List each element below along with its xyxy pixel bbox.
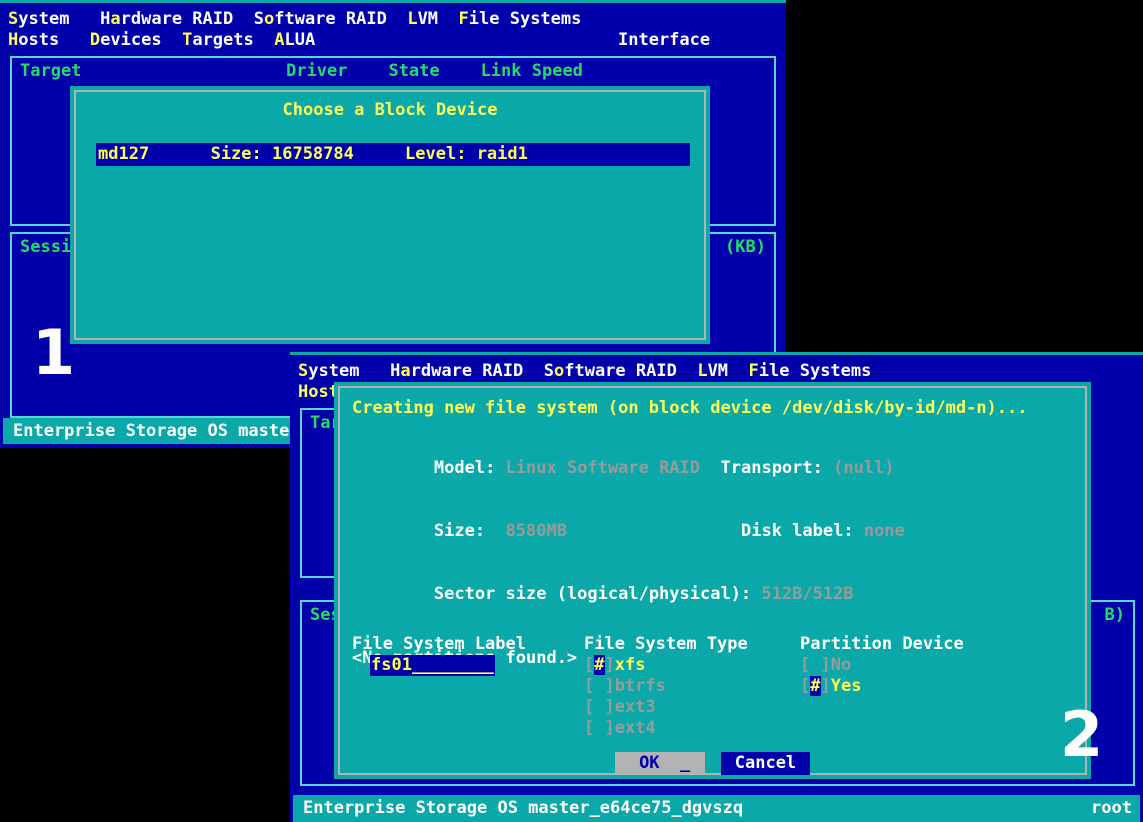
radio-label: ext3: [614, 697, 656, 717]
menu-item-hardware-raid[interactable]: Hardware RAID: [100, 9, 233, 29]
radio-filesystem-type-ext3[interactable]: [ ]ext3: [584, 697, 666, 718]
field-heading-partition-device: Partition Device: [800, 634, 964, 654]
menu-item-targets[interactable]: Targets: [182, 30, 254, 50]
statusbar-user-secondary: root: [1091, 798, 1132, 818]
menu-item-software-raid[interactable]: Software RAID: [544, 361, 677, 381]
menubar-row-2[interactable]: Hosts Devices Targets ALUA: [8, 30, 315, 51]
menu-hotkey: S: [8, 9, 19, 29]
window-top-rule-secondary: [290, 352, 1143, 361]
field-heading-filesystem-label: File System Label: [352, 634, 526, 654]
info-label-size: Size:: [433, 521, 486, 541]
dialog-choose-block-device-body: Choose a Block Device md127 Size: 167587…: [74, 90, 706, 340]
statusbar-title-secondary: Enterprise Storage OS master_e64ce75_dgv…: [303, 798, 744, 818]
radio-label: ext4: [614, 718, 656, 738]
radio-filesystem-type-ext4[interactable]: [ ]ext4: [584, 718, 666, 739]
menu-hotkey: L: [697, 361, 708, 381]
info-label-transport: Transport:: [720, 458, 823, 478]
dialog-choose-block-device-title: Choose a Block Device: [282, 100, 498, 120]
filesystem-label-input[interactable]: fs01________: [370, 655, 495, 676]
menu-hotkey: A: [274, 30, 285, 50]
menu-hotkey: L: [407, 9, 418, 29]
menu-item-file-systems[interactable]: File Systems: [459, 9, 582, 29]
block-device-list-item-selected[interactable]: md127 Size: 16758784 Level: raid1: [96, 143, 690, 166]
radio-label: xfs: [614, 655, 646, 675]
radio-filesystem-type-btrfs[interactable]: [ ]btrfs: [584, 676, 666, 697]
info-value-model: Linux Software RAID: [505, 458, 701, 478]
filesystem-label-value: fs01: [371, 655, 412, 675]
menu-item-alua[interactable]: ALUA: [274, 30, 315, 50]
menubar-row-1[interactable]: System Hardware RAID Software RAID LVM F…: [8, 9, 581, 30]
menu-hotkey: D: [89, 30, 101, 50]
info-label-sector-size: Sector size (logical/physical):: [433, 584, 752, 604]
info-value-sector-size: 512B/512B: [761, 584, 854, 604]
menu-hotkey: a: [110, 9, 121, 29]
radio-partition-device-yes[interactable]: [#]Yes: [800, 676, 861, 697]
info-value-size: 8580MB: [505, 521, 567, 541]
menu-item-hosts[interactable]: Host: [298, 382, 339, 402]
radio-filesystem-type-xfs[interactable]: [#]xfs: [584, 655, 666, 676]
radio-label: Yes: [830, 676, 862, 696]
menu-hotkey: T: [182, 30, 193, 50]
menu-item-hosts[interactable]: Hosts: [8, 30, 59, 50]
statusbar-secondary: Enterprise Storage OS master_e64ce75_dgv…: [290, 795, 1143, 822]
menu-item-file-systems[interactable]: File Systems: [749, 361, 872, 381]
panel-targets-header: Target Driver State Link Speed: [20, 61, 583, 81]
ok-button[interactable]: OK _: [614, 752, 705, 775]
dialog-create-filesystem-body: Creating new file system (on block devic…: [338, 386, 1087, 775]
filesystem-label-fill: ________: [411, 655, 494, 675]
menu-hotkey-hosts: Host: [298, 382, 339, 402]
ok-button-label: OK: [639, 753, 660, 773]
panel-sessions-unit-label-secondary: B): [1104, 605, 1125, 625]
menu-item-hardware-raid[interactable]: Hardware RAID: [390, 361, 523, 381]
menubar-row-1-secondary[interactable]: System Hardware RAID Software RAID LVM F…: [298, 361, 871, 382]
annotation-marker-1: 1: [32, 316, 76, 389]
dialog-create-filesystem-title: Creating new file system (on block devic…: [352, 398, 1028, 418]
info-label-model: Model:: [433, 458, 496, 478]
field-heading-filesystem-type: File System Type: [584, 634, 748, 654]
cancel-button-label: Cancel: [734, 753, 797, 773]
radio-partition-device-no[interactable]: [ ]No: [800, 655, 861, 676]
menu-item-system[interactable]: System: [8, 9, 69, 29]
radio-mark-selected: #: [594, 655, 605, 675]
info-label-disk-label: Disk label:: [740, 521, 854, 541]
info-row-sector-size: Sector size (logical/physical): 512B/512…: [352, 563, 1085, 626]
info-value-transport: (null): [833, 458, 895, 478]
radio-label: btrfs: [614, 676, 666, 696]
annotation-marker-2: 2: [1060, 698, 1104, 771]
panel-sessions-header: Sessi: [20, 237, 72, 257]
dialog-choose-block-device[interactable]: Choose a Block Device md127 Size: 167587…: [70, 86, 710, 344]
menu-hotkey: a: [400, 361, 411, 381]
panel-sessions-unit-label: (KB): [725, 237, 766, 257]
menubar-interface-label[interactable]: Interface: [618, 30, 710, 51]
cancel-button[interactable]: Cancel: [720, 752, 811, 775]
menubar-row-2-secondary[interactable]: Host: [298, 382, 339, 403]
menu-hotkey: F: [458, 9, 469, 29]
radio-label: No: [830, 655, 852, 675]
menu-item-lvm[interactable]: LVM: [407, 9, 438, 29]
menu-item-system[interactable]: System: [298, 361, 359, 381]
menu-hotkey: F: [748, 361, 759, 381]
menu-item-devices[interactable]: Devices: [90, 30, 162, 50]
info-row-model: Model: Linux Software RAID Transport: (n…: [352, 437, 1085, 500]
menu-hotkey: H: [8, 30, 19, 50]
window-top-rule: [0, 0, 786, 9]
menubar-primary[interactable]: System Hardware RAID Software RAID LVM F…: [0, 9, 786, 57]
menu-item-lvm[interactable]: LVM: [697, 361, 728, 381]
info-row-size: Size: 8580MB Disk label: none: [352, 500, 1085, 563]
radio-mark-selected: #: [810, 676, 821, 696]
menu-item-software-raid[interactable]: Software RAID: [254, 9, 387, 29]
menu-hotkey: S: [298, 361, 309, 381]
info-value-disk-label: none: [863, 521, 905, 541]
menu-hotkey: o: [263, 9, 275, 29]
dialog-create-filesystem[interactable]: Creating new file system (on block devic…: [334, 382, 1091, 779]
menu-hotkey: o: [553, 361, 565, 381]
